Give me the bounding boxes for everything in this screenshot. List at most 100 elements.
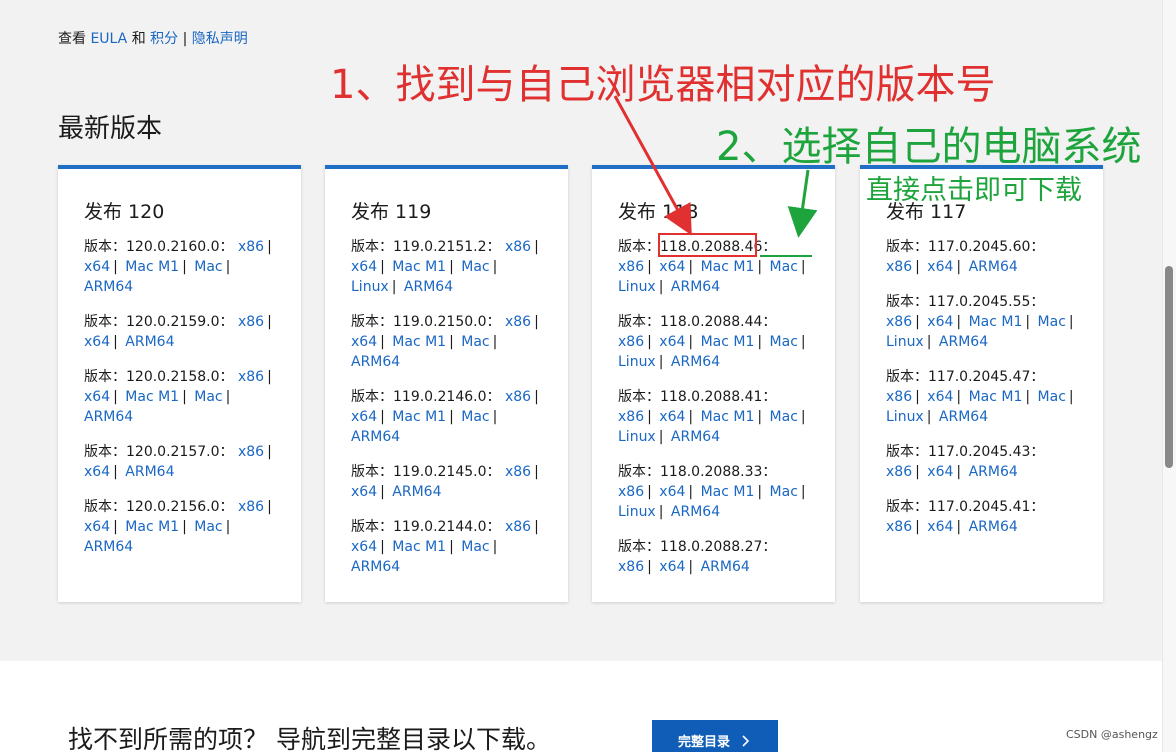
download-link-x86[interactable]: x86 [886, 464, 912, 480]
download-link-arm64[interactable]: ARM64 [125, 334, 174, 350]
download-link-mac-m1[interactable]: Mac M1 [701, 484, 755, 500]
download-link-x64[interactable]: x64 [351, 409, 377, 425]
download-link-mac[interactable]: Mac [770, 259, 798, 275]
download-link-mac[interactable]: Mac [461, 539, 489, 555]
download-link-linux[interactable]: Linux [886, 334, 924, 350]
download-link-mac-m1[interactable]: Mac M1 [701, 409, 755, 425]
download-link-arm64[interactable]: ARM64 [351, 354, 400, 370]
download-link-mac[interactable]: Mac [194, 259, 222, 275]
link-separator: | [926, 334, 932, 350]
download-link-linux[interactable]: Linux [618, 504, 656, 520]
download-link-x64[interactable]: x64 [659, 334, 685, 350]
download-link-mac-m1[interactable]: Mac M1 [392, 409, 446, 425]
download-link-x86[interactable]: x86 [886, 259, 912, 275]
download-link-arm64[interactable]: ARM64 [969, 259, 1018, 275]
download-link-linux[interactable]: Linux [618, 429, 656, 445]
download-link-linux[interactable]: Linux [618, 354, 656, 370]
download-link-mac[interactable]: Mac [461, 334, 489, 350]
download-link-arm64[interactable]: ARM64 [671, 429, 720, 445]
download-link-arm64[interactable]: ARM64 [392, 484, 441, 500]
download-link-mac-m1[interactable]: Mac M1 [701, 259, 755, 275]
download-link-mac-m1[interactable]: Mac M1 [125, 389, 179, 405]
download-link-mac[interactable]: Mac [770, 484, 798, 500]
download-link-linux[interactable]: Linux [351, 279, 389, 295]
download-link-x64[interactable]: x64 [84, 334, 110, 350]
download-link-mac[interactable]: Mac [194, 389, 222, 405]
full-catalog-button[interactable]: 完整目录 [652, 720, 778, 752]
download-link-x86[interactable]: x86 [618, 409, 644, 425]
download-link-x86[interactable]: x86 [238, 239, 264, 255]
download-link-mac-m1[interactable]: Mac M1 [969, 314, 1023, 330]
download-link-arm64[interactable]: ARM64 [84, 279, 133, 295]
download-link-arm64[interactable]: ARM64 [701, 559, 750, 575]
download-link-x86[interactable]: x86 [238, 444, 264, 460]
download-link-mac[interactable]: Mac [1038, 389, 1066, 405]
download-link-mac-m1[interactable]: Mac M1 [125, 259, 179, 275]
eula-link[interactable]: EULA [90, 31, 127, 47]
download-link-mac-m1[interactable]: Mac M1 [392, 259, 446, 275]
download-link-x64[interactable]: x64 [927, 314, 953, 330]
download-link-x86[interactable]: x86 [505, 239, 531, 255]
download-link-mac[interactable]: Mac [1038, 314, 1066, 330]
download-link-x64[interactable]: x64 [351, 259, 377, 275]
download-link-x86[interactable]: x86 [238, 314, 264, 330]
download-link-x64[interactable]: x64 [659, 259, 685, 275]
download-link-arm64[interactable]: ARM64 [351, 429, 400, 445]
download-link-mac[interactable]: Mac [770, 334, 798, 350]
download-link-mac-m1[interactable]: Mac M1 [969, 389, 1023, 405]
download-link-arm64[interactable]: ARM64 [969, 519, 1018, 535]
download-link-x86[interactable]: x86 [238, 369, 264, 385]
download-link-arm64[interactable]: ARM64 [84, 539, 133, 555]
download-link-x86[interactable]: x86 [505, 389, 531, 405]
download-link-arm64[interactable]: ARM64 [671, 279, 720, 295]
privacy-link[interactable]: 隐私声明 [192, 31, 248, 47]
scrollbar-thumb[interactable] [1165, 266, 1173, 468]
download-link-x64[interactable]: x64 [84, 389, 110, 405]
download-link-x86[interactable]: x86 [618, 559, 644, 575]
download-link-arm64[interactable]: ARM64 [969, 464, 1018, 480]
download-link-x64[interactable]: x64 [84, 519, 110, 535]
download-link-mac[interactable]: Mac [770, 409, 798, 425]
download-link-arm64[interactable]: ARM64 [939, 334, 988, 350]
download-link-x64[interactable]: x64 [84, 259, 110, 275]
download-link-x86[interactable]: x86 [886, 389, 912, 405]
download-link-x64[interactable]: x64 [659, 484, 685, 500]
download-link-x86[interactable]: x86 [505, 519, 531, 535]
download-link-x64[interactable]: x64 [351, 539, 377, 555]
download-link-arm64[interactable]: ARM64 [125, 464, 174, 480]
download-link-x86[interactable]: x86 [618, 484, 644, 500]
download-link-x64[interactable]: x64 [84, 464, 110, 480]
download-link-arm64[interactable]: ARM64 [671, 354, 720, 370]
download-link-arm64[interactable]: ARM64 [351, 559, 400, 575]
download-link-arm64[interactable]: ARM64 [404, 279, 453, 295]
download-link-x86[interactable]: x86 [505, 464, 531, 480]
download-link-x64[interactable]: x64 [351, 484, 377, 500]
download-link-arm64[interactable]: ARM64 [939, 409, 988, 425]
download-link-x64[interactable]: x64 [927, 389, 953, 405]
download-link-x86[interactable]: x86 [618, 334, 644, 350]
download-link-mac[interactable]: Mac [194, 519, 222, 535]
points-link[interactable]: 积分 [150, 31, 178, 47]
download-link-mac-m1[interactable]: Mac M1 [392, 539, 446, 555]
download-link-mac-m1[interactable]: Mac M1 [392, 334, 446, 350]
download-link-linux[interactable]: Linux [886, 409, 924, 425]
download-link-mac[interactable]: Mac [461, 259, 489, 275]
download-link-x64[interactable]: x64 [351, 334, 377, 350]
download-link-mac-m1[interactable]: Mac M1 [701, 334, 755, 350]
download-link-x64[interactable]: x64 [927, 519, 953, 535]
download-link-x86[interactable]: x86 [886, 314, 912, 330]
download-link-mac[interactable]: Mac [461, 409, 489, 425]
download-link-x64[interactable]: x64 [659, 559, 685, 575]
download-link-arm64[interactable]: ARM64 [671, 504, 720, 520]
version-prefix: 版本： [886, 294, 928, 310]
download-link-x86[interactable]: x86 [238, 499, 264, 515]
download-link-arm64[interactable]: ARM64 [84, 409, 133, 425]
download-link-x64[interactable]: x64 [927, 464, 953, 480]
download-link-x86[interactable]: x86 [505, 314, 531, 330]
download-link-x86[interactable]: x86 [618, 259, 644, 275]
download-link-x86[interactable]: x86 [886, 519, 912, 535]
download-link-linux[interactable]: Linux [618, 279, 656, 295]
download-link-x64[interactable]: x64 [927, 259, 953, 275]
download-link-x64[interactable]: x64 [659, 409, 685, 425]
download-link-mac-m1[interactable]: Mac M1 [125, 519, 179, 535]
